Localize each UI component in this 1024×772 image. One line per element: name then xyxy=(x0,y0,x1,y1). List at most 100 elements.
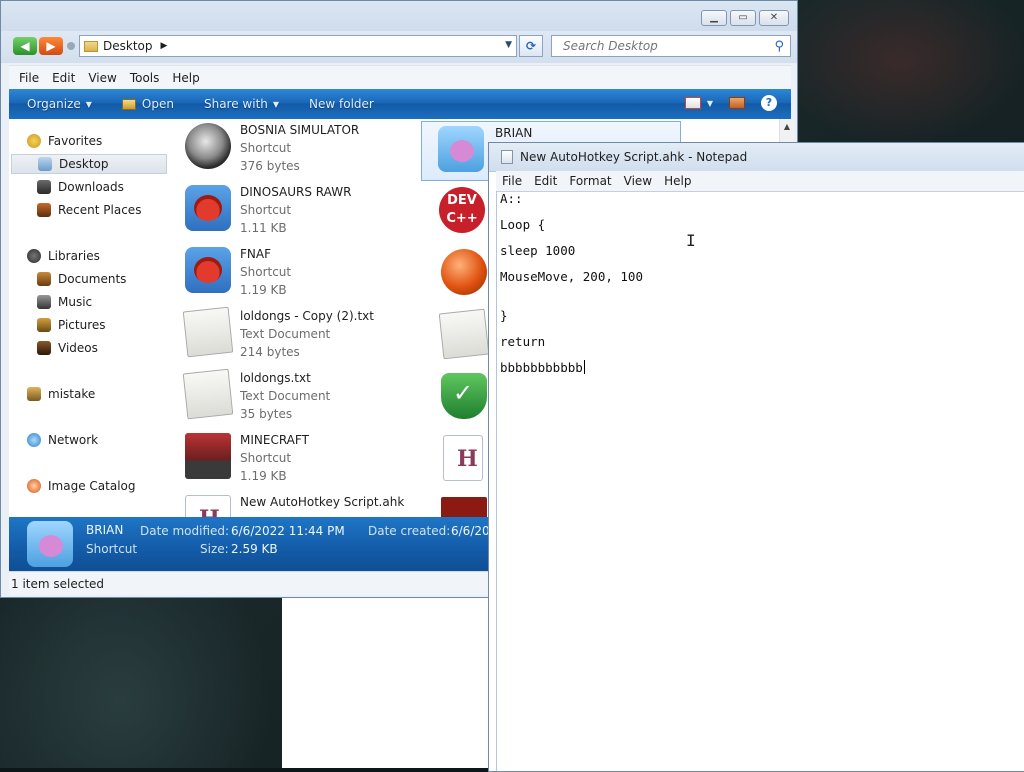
nav-pictures-label: Pictures xyxy=(58,318,106,332)
file-name: MINECRAFT xyxy=(240,433,309,447)
file-name: BOSNIA SIMULATOR xyxy=(240,123,360,137)
notepad-menubar: File Edit Format View Help xyxy=(496,171,1024,192)
file-type: Shortcut xyxy=(240,265,292,279)
file-item[interactable]: New AutoHotkey Script.ahk xyxy=(167,491,407,517)
notepad-icon xyxy=(501,150,513,164)
nav-libraries-label: Libraries xyxy=(48,249,100,263)
notepad-menu-view[interactable]: View xyxy=(624,174,652,188)
search-icon[interactable]: ⚲ xyxy=(774,37,784,57)
organize-button[interactable]: Organize ▼ xyxy=(27,97,92,111)
brian-icon xyxy=(438,126,484,172)
nav-favorites[interactable]: Favorites xyxy=(27,131,183,151)
file-item[interactable]: MINECRAFT Shortcut 1.19 KB xyxy=(167,429,407,489)
autohotkey-script-icon xyxy=(185,495,231,517)
share-with-button[interactable]: Share with ▼ xyxy=(204,97,279,111)
file-size: 376 bytes xyxy=(240,159,300,173)
text-document-icon xyxy=(182,306,234,358)
new-folder-button[interactable]: New folder xyxy=(309,97,374,111)
details-size-label: Size: xyxy=(200,542,229,556)
angry-bird-icon xyxy=(185,247,231,293)
file-item[interactable]: DINOSAURS RAWR Shortcut 1.11 KB xyxy=(167,181,407,241)
nav-image-catalog[interactable]: Image Catalog xyxy=(27,476,183,496)
notepad-text-area[interactable]: A:: Loop { sleep 1000 MouseMove, 200, 10… xyxy=(496,191,1024,771)
folder-icon xyxy=(84,40,98,52)
pictures-icon xyxy=(37,318,51,332)
nav-libraries[interactable]: Libraries xyxy=(27,246,183,266)
menu-tools[interactable]: Tools xyxy=(130,71,160,85)
nav-mistake-label: mistake xyxy=(48,387,96,401)
refresh-button[interactable]: ⟳ xyxy=(519,35,543,57)
chevron-down-icon: ▼ xyxy=(272,99,280,109)
nav-recent-places-label: Recent Places xyxy=(58,203,142,217)
address-dropdown-icon[interactable]: ▼ xyxy=(505,40,512,50)
help-icon[interactable]: ? xyxy=(761,95,777,111)
nav-documents-label: Documents xyxy=(58,272,127,286)
open-button[interactable]: Open xyxy=(121,97,174,111)
preview-pane-icon[interactable] xyxy=(729,97,745,109)
file-size: 1.19 KB xyxy=(240,469,287,483)
menu-help[interactable]: Help xyxy=(172,71,199,85)
menu-file[interactable]: File xyxy=(19,71,39,85)
open-icon xyxy=(121,98,136,110)
new-folder-label: New folder xyxy=(309,97,374,111)
documents-icon xyxy=(37,272,51,286)
autohotkey-icon xyxy=(443,435,483,481)
shield-check-icon xyxy=(441,373,487,419)
nav-desktop[interactable]: Desktop xyxy=(11,154,167,174)
file-size: 35 bytes xyxy=(240,407,293,421)
recent-pages-icon[interactable] xyxy=(67,42,75,50)
notepad-menu-file[interactable]: File xyxy=(502,174,522,188)
user-folder-icon xyxy=(27,387,41,401)
details-name: BRIAN xyxy=(86,523,124,537)
file-item[interactable]: FNAF Shortcut 1.19 KB xyxy=(167,243,407,303)
text-line: MouseMove, 200, 100 xyxy=(500,269,643,284)
notepad-menu-help[interactable]: Help xyxy=(664,174,691,188)
image-catalog-icon xyxy=(27,479,41,493)
file-name: loldongs - Copy (2).txt xyxy=(240,309,374,323)
search-box[interactable]: ⚲ xyxy=(551,35,791,57)
minecraft-icon xyxy=(185,433,231,479)
file-type: Shortcut xyxy=(240,141,292,155)
search-input[interactable] xyxy=(561,38,765,54)
breadcrumb-chevron-icon[interactable]: ▶ xyxy=(161,41,168,51)
file-name: loldongs.txt xyxy=(240,371,311,385)
back-arrow-icon[interactable]: ◀ xyxy=(13,37,37,55)
nav-network-label: Network xyxy=(48,433,99,447)
command-bar: Organize ▼ Open Share with ▼ New folder … xyxy=(9,89,791,119)
file-item[interactable]: loldongs - Copy (2).txt Text Document 21… xyxy=(167,305,407,365)
file-size: 1.19 KB xyxy=(240,283,287,297)
paint-ball-icon xyxy=(441,249,487,295)
scroll-up-icon[interactable]: ▲ xyxy=(780,122,794,131)
notepad-menu-format[interactable]: Format xyxy=(569,174,611,188)
maximize-button[interactable]: ▭ xyxy=(730,10,756,26)
nav-image-catalog-label: Image Catalog xyxy=(48,479,136,493)
file-item[interactable]: BOSNIA SIMULATOR Shortcut 376 bytes xyxy=(167,119,407,179)
nav-videos-label: Videos xyxy=(58,341,98,355)
nav-favorites-label: Favorites xyxy=(48,134,103,148)
notepad-titlebar[interactable]: New AutoHotkey Script.ahk - Notepad xyxy=(489,143,1024,172)
address-crumb-desktop[interactable]: Desktop xyxy=(103,39,153,53)
notepad-menu-edit[interactable]: Edit xyxy=(534,174,557,188)
address-bar[interactable]: Desktop ▶ ▼ xyxy=(79,35,517,57)
dev-cpp-icon: DEV C++ xyxy=(439,187,485,233)
notepad-window: New AutoHotkey Script.ahk - Notepad File… xyxy=(488,142,1024,772)
videos-icon xyxy=(37,341,51,355)
nav-mistake[interactable]: mistake xyxy=(27,384,183,404)
change-view-icon[interactable] xyxy=(684,97,701,109)
file-type: Shortcut xyxy=(240,203,292,217)
file-item[interactable]: loldongs.txt Text Document 35 bytes xyxy=(167,367,407,427)
forward-arrow-icon[interactable]: ▶ xyxy=(39,37,63,55)
menu-view[interactable]: View xyxy=(88,71,116,85)
star-icon xyxy=(27,134,41,148)
explorer-menubar: File Edit View Tools Help xyxy=(9,65,791,90)
explorer-titlebar[interactable]: ▁ ▭ ✕ xyxy=(1,1,797,31)
file-size: 214 bytes xyxy=(240,345,300,359)
file-type: Text Document xyxy=(240,389,331,403)
nav-network[interactable]: Network xyxy=(27,430,183,450)
close-button[interactable]: ✕ xyxy=(759,10,789,26)
open-label: Open xyxy=(141,97,174,111)
music-icon xyxy=(37,295,51,309)
minimize-button[interactable]: ▁ xyxy=(701,10,727,26)
chevron-down-icon[interactable]: ▼ xyxy=(707,99,713,108)
menu-edit[interactable]: Edit xyxy=(52,71,75,85)
